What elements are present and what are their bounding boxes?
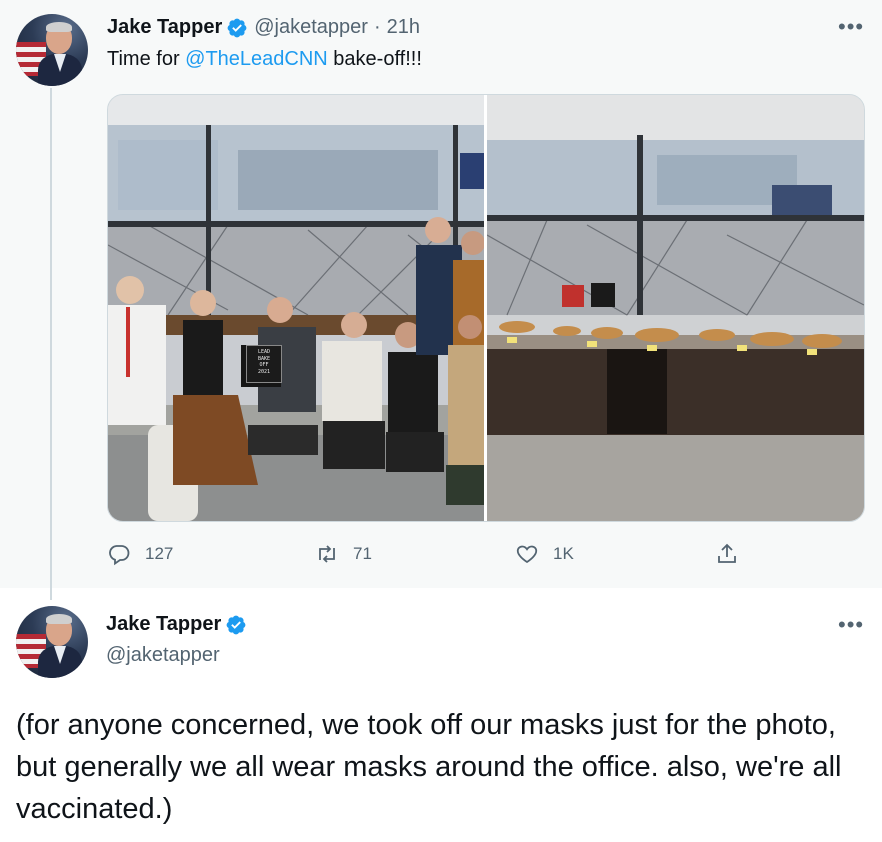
media-grid: LEAD BAKE OFF 2021 xyxy=(107,94,865,522)
more-options-icon[interactable]: ••• xyxy=(838,614,864,636)
avatar[interactable] xyxy=(16,14,88,86)
table-photo-illustration xyxy=(487,95,864,521)
author-handle[interactable]: @jaketapper xyxy=(106,644,220,667)
author-name[interactable]: Jake Tapper xyxy=(106,613,221,636)
retweet-count: 71 xyxy=(353,544,372,563)
verified-badge-icon xyxy=(226,17,248,39)
verified-badge-icon xyxy=(225,614,247,636)
timestamp[interactable]: 21h xyxy=(387,16,420,39)
tweet-header: Jake Tapper xyxy=(106,613,247,636)
tweet-text-end: bake-off!!! xyxy=(327,48,422,70)
photo-group[interactable]: LEAD BAKE OFF 2021 xyxy=(108,95,484,521)
thread-connector-line xyxy=(50,88,52,600)
reply-count: 127 xyxy=(145,544,174,563)
sign-line: 2021 xyxy=(257,368,271,375)
heart-icon xyxy=(516,545,538,564)
like-count: 1K xyxy=(553,544,574,563)
tweet-actions-bar: 127 71 1K xyxy=(107,540,867,570)
lead-bake-off-sign: LEAD BAKE OFF 2021 xyxy=(246,345,282,383)
reply-icon xyxy=(109,545,130,566)
mention-link[interactable]: @TheLeadCNN xyxy=(185,48,328,70)
reply-button[interactable]: 127 xyxy=(107,542,173,566)
tweet-text: (for anyone concerned, we took off our m… xyxy=(16,709,842,825)
tweet-main[interactable]: Jake Tapper @jaketapper · 21h ••• Time f… xyxy=(0,0,882,600)
photo-table[interactable] xyxy=(487,95,864,521)
more-options-icon[interactable]: ••• xyxy=(838,16,864,38)
tweet-text: Time for @TheLeadCNN bake-off!!! xyxy=(107,48,422,71)
share-button[interactable] xyxy=(715,542,753,566)
author-name[interactable]: Jake Tapper xyxy=(107,16,222,39)
avatar[interactable] xyxy=(16,606,88,678)
like-button[interactable]: 1K xyxy=(515,542,574,566)
header-separator: · xyxy=(373,16,381,38)
group-photo-illustration xyxy=(108,95,484,521)
tweet-header: Jake Tapper @jaketapper · 21h xyxy=(107,16,420,39)
author-handle[interactable]: @jaketapper xyxy=(254,16,368,39)
share-icon xyxy=(718,543,736,563)
tweet-text-start: Time for xyxy=(107,48,186,70)
retweet-button[interactable]: 71 xyxy=(315,542,372,566)
retweet-icon xyxy=(319,545,335,563)
